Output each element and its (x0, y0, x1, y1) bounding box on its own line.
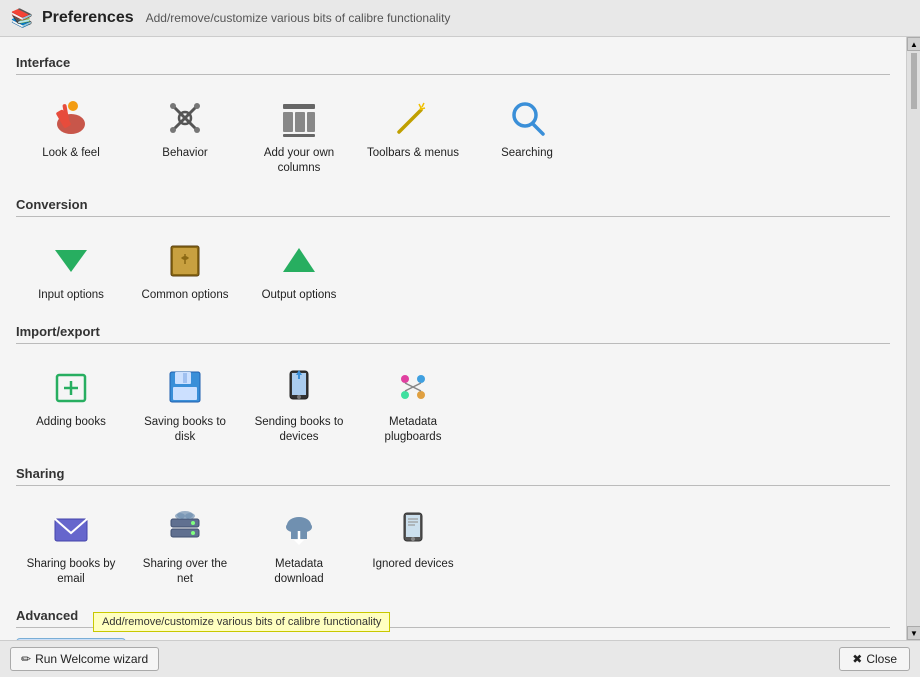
section-title-sharing: Sharing (16, 466, 890, 481)
add-columns-label: Add your own columns (251, 146, 347, 176)
sending-books-label: Sending books to devices (251, 415, 347, 445)
output-options-label: Output options (262, 288, 337, 303)
sharing-email-label: Sharing books by email (23, 557, 119, 587)
output-options-icon (275, 236, 323, 284)
searching-label: Searching (501, 146, 553, 161)
pref-item-add-columns[interactable]: Add your own columns (244, 85, 354, 183)
adding-books-icon (47, 363, 95, 411)
close-button[interactable]: ✖ Close (839, 647, 910, 671)
pref-item-sharing-email[interactable]: Sharing books by email (16, 496, 126, 594)
input-options-icon (47, 236, 95, 284)
toolbars-icon (389, 94, 437, 142)
pref-item-adding-books[interactable]: Adding books (16, 354, 126, 452)
metadata-plugboards-label: Metadata plugboards (365, 415, 461, 445)
ignored-devices-label: Ignored devices (372, 557, 453, 572)
scrollbar-thumb[interactable] (909, 51, 919, 111)
input-options-label: Input options (38, 288, 104, 303)
sharing-net-label: Sharing over the net (137, 557, 233, 587)
app-subtitle: Add/remove/customize various bits of cal… (146, 11, 451, 25)
footer: ✏ Run Welcome wizard ✖ Close (0, 640, 920, 677)
behavior-label: Behavior (162, 146, 207, 161)
pref-item-toolbars[interactable]: Toolbars & menus (358, 85, 468, 183)
metadata-download-icon (275, 505, 323, 553)
pref-item-look-feel[interactable]: Look & feel (16, 85, 126, 183)
pref-item-common-options[interactable]: Common options (130, 227, 240, 310)
searching-icon (503, 94, 551, 142)
add-columns-icon (275, 94, 323, 142)
common-options-icon (161, 236, 209, 284)
pref-item-sending-books[interactable]: Sending books to devices (244, 354, 354, 452)
section-title-interface: Interface (16, 55, 890, 70)
scrollbar[interactable]: ▲ ▼ (906, 37, 920, 640)
close-icon: ✖ (852, 652, 862, 666)
wizard-label: Run Welcome wizard (35, 652, 148, 666)
app-title: Preferences (42, 9, 134, 27)
adding-books-label: Adding books (36, 415, 106, 430)
wizard-button[interactable]: ✏ Run Welcome wizard (10, 647, 159, 671)
section-title-conversion: Conversion (16, 197, 890, 212)
wizard-icon: ✏ (21, 652, 31, 666)
pref-item-behavior[interactable]: Behavior (130, 85, 240, 183)
metadata-plugboards-icon (389, 363, 437, 411)
section-conversion: Conversion Input options (16, 197, 890, 310)
pref-item-metadata-download[interactable]: Metadata download (244, 496, 354, 594)
behavior-icon (161, 94, 209, 142)
scrollbar-up-arrow[interactable]: ▲ (907, 37, 920, 51)
sharing-email-icon (47, 505, 95, 553)
saving-books-label: Saving books to disk (137, 415, 233, 445)
metadata-download-label: Metadata download (251, 557, 347, 587)
sending-books-icon (275, 363, 323, 411)
prefs-panel: Interface Look & feel (0, 37, 906, 640)
section-sharing: Sharing Sharing books by email (16, 466, 890, 594)
look-feel-label: Look & feel (42, 146, 100, 161)
look-feel-icon (47, 94, 95, 142)
pref-item-sharing-net[interactable]: Sharing over the net (130, 496, 240, 594)
pref-item-saving-books[interactable]: Saving books to disk (130, 354, 240, 452)
scrollbar-down-arrow[interactable]: ▼ (907, 626, 920, 640)
section-import-export: Import/export Adding books (16, 324, 890, 452)
saving-books-icon (161, 363, 209, 411)
sharing-net-icon (161, 505, 209, 553)
title-bar: 📚 Preferences Add/remove/customize vario… (0, 0, 920, 37)
app-icon: 📚 (10, 6, 34, 30)
pref-item-output-options[interactable]: Output options (244, 227, 354, 310)
common-options-label: Common options (142, 288, 229, 303)
section-title-import-export: Import/export (16, 324, 890, 339)
section-interface: Interface Look & feel (16, 55, 890, 183)
close-label: Close (866, 652, 897, 666)
pref-item-ignored-devices[interactable]: Ignored devices (358, 496, 468, 594)
tooltip: Add/remove/customize various bits of cal… (93, 612, 390, 632)
ignored-devices-icon (389, 505, 437, 553)
pref-item-searching[interactable]: Searching (472, 85, 582, 183)
pref-item-input-options[interactable]: Input options (16, 227, 126, 310)
toolbars-label: Toolbars & menus (367, 146, 459, 161)
pref-item-metadata-plugboards[interactable]: Metadata plugboards (358, 354, 468, 452)
